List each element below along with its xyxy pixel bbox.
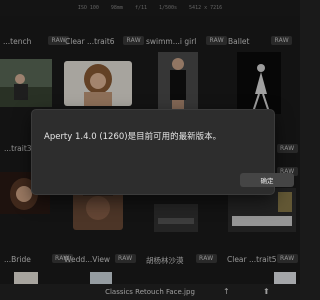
ok-button[interactable]: 确定 [240, 173, 294, 187]
dialog-message: Aperty 1.4.0 (1260)是目前可用的最新版本。 [44, 132, 222, 142]
update-dialog: Aperty 1.4.0 (1260)是目前可用的最新版本。 确定 [32, 110, 294, 194]
